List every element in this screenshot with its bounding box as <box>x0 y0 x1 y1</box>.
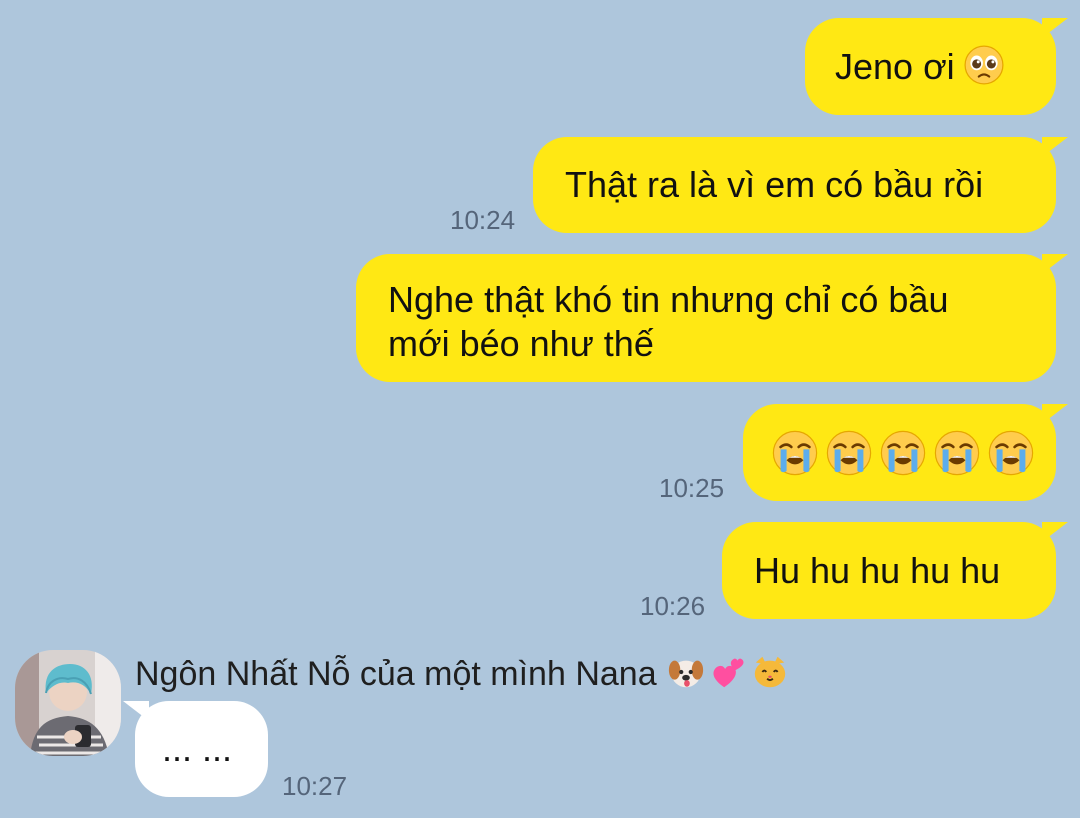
message-bubble-sent[interactable]: Thật ra là vì em có bầu rồi <box>533 137 1056 233</box>
message-bubble-received[interactable]: ... ... <box>135 701 268 797</box>
message-text-line: mới béo như thế <box>388 323 654 364</box>
message-text: Hu hu hu hu hu <box>754 550 1001 591</box>
loudly-crying-face-icon <box>879 429 927 477</box>
cat-face-icon <box>751 653 789 691</box>
sender-name-text: Ngôn Nhất Nỗ của một mình Nana <box>135 655 657 693</box>
message-bubble-sent[interactable] <box>743 404 1056 501</box>
loudly-crying-face-icon <box>933 429 981 477</box>
loudly-crying-face-icon <box>771 429 819 477</box>
message-timestamp: 10:27 <box>282 771 348 801</box>
message-timestamp: 10:25 <box>659 473 725 503</box>
avatar-photo-icon <box>15 650 121 756</box>
sender-emojis <box>667 653 789 691</box>
message-text: Thật ra là vì em có bầu rồi <box>565 164 984 205</box>
message-bubble-sent[interactable]: Nghe thật khó tin nhưng chỉ có bầu mới b… <box>356 254 1056 382</box>
message-text: Jeno ơi <box>835 44 1056 89</box>
message-bubble-sent[interactable]: Jeno ơi <box>805 18 1056 115</box>
message-timestamp: 10:24 <box>450 205 516 235</box>
message-text: ... ... <box>162 728 233 769</box>
loudly-crying-face-icon <box>825 429 873 477</box>
dog-face-icon <box>667 653 705 691</box>
sender-name: Ngôn Nhất Nỗ của một mình Nana <box>135 653 789 694</box>
avatar[interactable] <box>15 650 121 756</box>
pleading-face-icon <box>963 44 1005 86</box>
emoji-row <box>771 428 1056 478</box>
loudly-crying-face-icon <box>987 429 1035 477</box>
message-timestamp: 10:26 <box>640 591 706 621</box>
message-text-line: Nghe thật khó tin nhưng chỉ có bầu <box>388 279 949 320</box>
message-bubble-sent[interactable]: Hu hu hu hu hu <box>722 522 1056 619</box>
chat-conversation: Jeno ơi Thật ra là vì em có bầu rồi 10:2… <box>0 0 1080 818</box>
two-hearts-icon <box>709 653 747 691</box>
